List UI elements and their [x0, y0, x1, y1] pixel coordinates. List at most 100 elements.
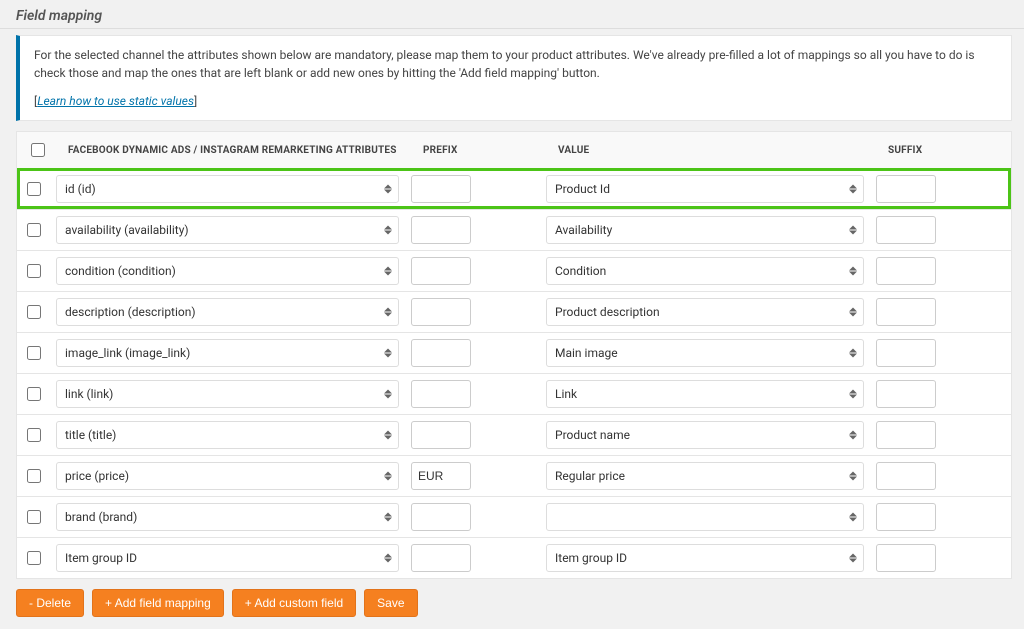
- chevron-updown-icon: [849, 513, 857, 522]
- info-text: For the selected channel the attributes …: [34, 46, 997, 82]
- attribute-select-value: title (title): [65, 428, 116, 442]
- value-select-value: Item group ID: [555, 551, 627, 565]
- value-select-value: Link: [555, 387, 577, 401]
- row-checkbox[interactable]: [27, 305, 41, 319]
- row-checkbox[interactable]: [27, 428, 41, 442]
- value-select[interactable]: Main image: [546, 339, 864, 367]
- row-checkbox[interactable]: [27, 223, 41, 237]
- attribute-select[interactable]: link (link): [56, 380, 399, 408]
- suffix-input[interactable]: [876, 298, 936, 326]
- column-header-attribute: FACEBOOK DYNAMIC ADS / INSTAGRAM REMARKE…: [58, 137, 413, 164]
- suffix-input[interactable]: [876, 544, 936, 572]
- prefix-input[interactable]: [411, 216, 471, 244]
- suffix-input[interactable]: [876, 462, 936, 490]
- column-header-suffix: SUFFIX: [878, 137, 1011, 164]
- chevron-updown-icon: [849, 267, 857, 276]
- suffix-input[interactable]: [876, 503, 936, 531]
- attribute-select[interactable]: title (title): [56, 421, 399, 449]
- chevron-updown-icon: [849, 349, 857, 358]
- attribute-select[interactable]: brand (brand): [56, 503, 399, 531]
- suffix-input[interactable]: [876, 257, 936, 285]
- table-row: condition (condition) Condition: [17, 250, 1011, 291]
- column-header-prefix: PREFIX: [413, 137, 548, 164]
- attribute-select[interactable]: condition (condition): [56, 257, 399, 285]
- attribute-select-value: Item group ID: [65, 551, 137, 565]
- attribute-select[interactable]: image_link (image_link): [56, 339, 399, 367]
- table-row: Item group ID Item group ID: [17, 537, 1011, 578]
- column-header-value: VALUE: [548, 137, 878, 164]
- value-select[interactable]: [546, 503, 864, 531]
- table-row: availability (availability) Availability: [17, 209, 1011, 250]
- page-title: Field mapping: [0, 0, 1024, 29]
- value-select-value: Condition: [555, 264, 606, 278]
- row-checkbox[interactable]: [27, 469, 41, 483]
- row-checkbox[interactable]: [27, 510, 41, 524]
- table-row: title (title) Product name: [17, 414, 1011, 455]
- attribute-select[interactable]: Item group ID: [56, 544, 399, 572]
- row-checkbox[interactable]: [27, 182, 41, 196]
- select-all-checkbox[interactable]: [31, 143, 45, 157]
- value-select[interactable]: Product name: [546, 421, 864, 449]
- attribute-select-value: id (id): [65, 182, 96, 196]
- attribute-select-value: link (link): [65, 387, 113, 401]
- chevron-updown-icon: [849, 226, 857, 235]
- add-custom-field-button[interactable]: + Add custom field: [232, 589, 356, 617]
- value-select[interactable]: Link: [546, 380, 864, 408]
- prefix-input[interactable]: [411, 298, 471, 326]
- chevron-updown-icon: [384, 554, 392, 563]
- chevron-updown-icon: [384, 472, 392, 481]
- value-select-value: Regular price: [555, 469, 625, 483]
- chevron-updown-icon: [384, 185, 392, 194]
- field-mapping-table: FACEBOOK DYNAMIC ADS / INSTAGRAM REMARKE…: [16, 131, 1012, 579]
- action-button-bar: - Delete + Add field mapping + Add custo…: [16, 589, 1012, 617]
- row-checkbox[interactable]: [27, 346, 41, 360]
- attribute-select[interactable]: availability (availability): [56, 216, 399, 244]
- value-select-value: Availability: [555, 223, 612, 237]
- table-row: price (price) Regular price: [17, 455, 1011, 496]
- prefix-input[interactable]: [411, 257, 471, 285]
- save-button[interactable]: Save: [364, 589, 417, 617]
- prefix-input[interactable]: [411, 339, 471, 367]
- prefix-input[interactable]: [411, 175, 471, 203]
- value-select[interactable]: Product description: [546, 298, 864, 326]
- table-header-row: FACEBOOK DYNAMIC ADS / INSTAGRAM REMARKE…: [17, 131, 1011, 168]
- attribute-select[interactable]: id (id): [56, 175, 399, 203]
- suffix-input[interactable]: [876, 421, 936, 449]
- table-row: link (link) Link: [17, 373, 1011, 414]
- attribute-select-value: condition (condition): [65, 264, 176, 278]
- delete-button[interactable]: - Delete: [16, 589, 84, 617]
- table-row: description (description) Product descrip…: [17, 291, 1011, 332]
- value-select-value: Product name: [555, 428, 630, 442]
- value-select[interactable]: Product Id: [546, 175, 864, 203]
- attribute-select-value: price (price): [65, 469, 129, 483]
- value-select[interactable]: Item group ID: [546, 544, 864, 572]
- prefix-input[interactable]: [411, 544, 471, 572]
- attribute-select[interactable]: description (description): [56, 298, 399, 326]
- suffix-input[interactable]: [876, 175, 936, 203]
- value-select-value: Product description: [555, 305, 660, 319]
- attribute-select[interactable]: price (price): [56, 462, 399, 490]
- prefix-input[interactable]: [411, 380, 471, 408]
- info-box: For the selected channel the attributes …: [16, 35, 1012, 121]
- add-field-mapping-button[interactable]: + Add field mapping: [92, 589, 224, 617]
- table-row: brand (brand): [17, 496, 1011, 537]
- value-select[interactable]: Availability: [546, 216, 864, 244]
- learn-static-values-link[interactable]: Learn how to use static values: [37, 94, 194, 108]
- prefix-input[interactable]: [411, 503, 471, 531]
- suffix-input[interactable]: [876, 339, 936, 367]
- value-select[interactable]: Condition: [546, 257, 864, 285]
- row-checkbox[interactable]: [27, 264, 41, 278]
- suffix-input[interactable]: [876, 216, 936, 244]
- chevron-updown-icon: [384, 308, 392, 317]
- suffix-input[interactable]: [876, 380, 936, 408]
- prefix-input[interactable]: [411, 421, 471, 449]
- value-select[interactable]: Regular price: [546, 462, 864, 490]
- attribute-select-value: description (description): [65, 305, 196, 319]
- chevron-updown-icon: [849, 390, 857, 399]
- row-checkbox[interactable]: [27, 387, 41, 401]
- row-checkbox[interactable]: [27, 551, 41, 565]
- chevron-updown-icon: [384, 390, 392, 399]
- chevron-updown-icon: [384, 349, 392, 358]
- prefix-input[interactable]: [411, 462, 471, 490]
- chevron-updown-icon: [849, 472, 857, 481]
